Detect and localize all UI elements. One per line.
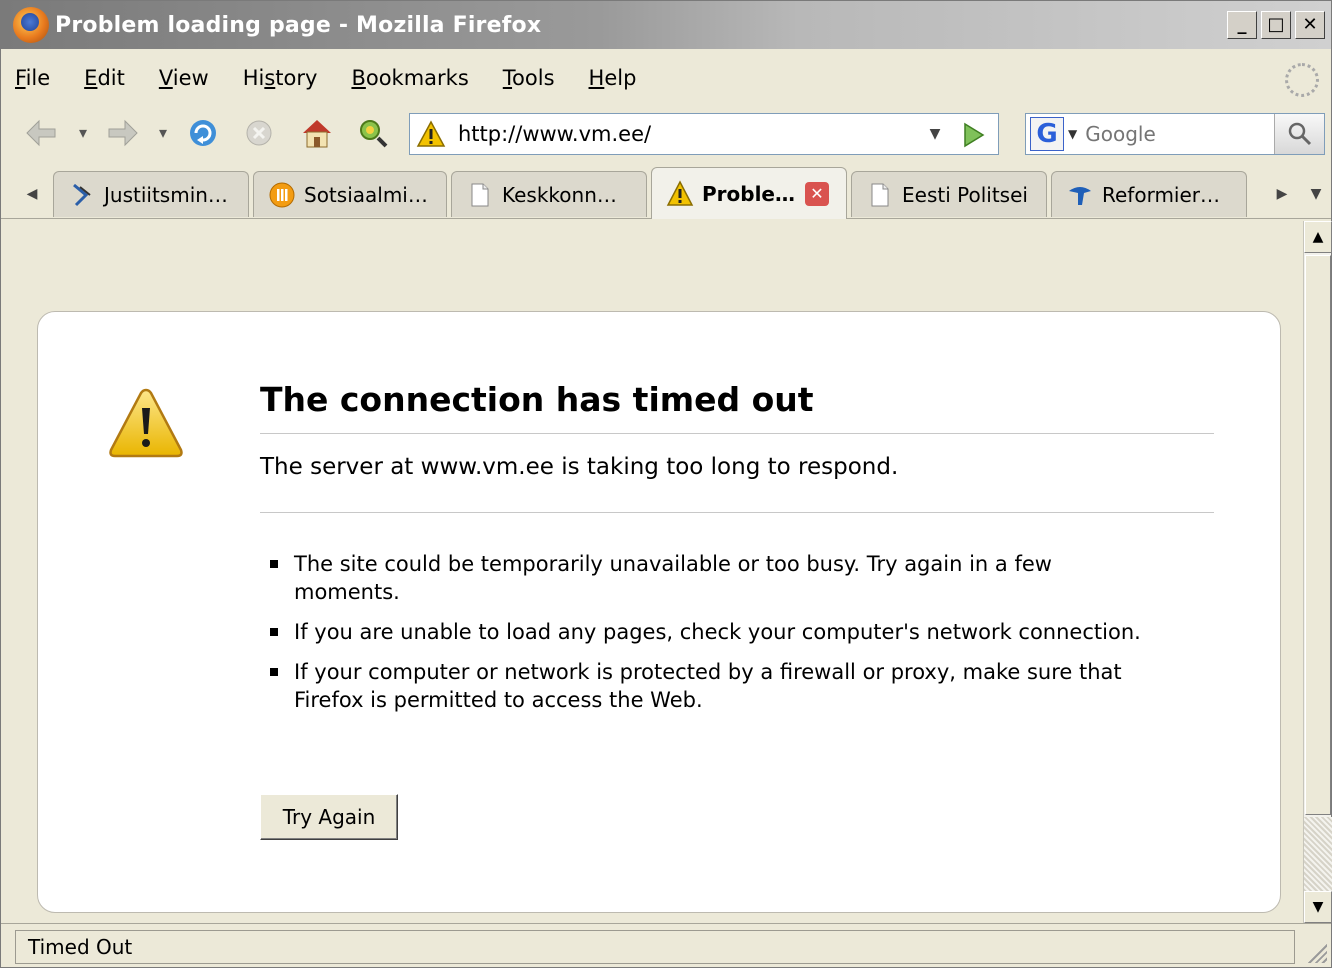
menu-tools[interactable]: Tools	[503, 66, 555, 90]
close-tab-icon[interactable]: ✕	[805, 181, 829, 206]
menu-edit[interactable]: Edit	[84, 66, 125, 90]
menu-bar: File Edit View History Bookmarks Tools H…	[1, 53, 1331, 103]
error-suggestions-list: The site could be temporarily unavailabl…	[264, 550, 1164, 726]
menu-bookmarks[interactable]: Bookmarks	[351, 66, 468, 90]
scroll-thumb[interactable]	[1305, 255, 1331, 815]
error-page-container: The connection has timed out The server …	[37, 311, 1281, 913]
forward-history-chevron-icon[interactable]: ▾	[159, 123, 167, 142]
vertical-scrollbar[interactable]: ▲ ▼	[1303, 221, 1332, 923]
stop-icon[interactable]	[241, 115, 277, 151]
tab-label: Eesti Politsei	[902, 182, 1028, 207]
tab-label: Proble…	[702, 181, 795, 206]
list-item: The site could be temporarily unavailabl…	[264, 550, 1164, 606]
minimize-button[interactable]: _	[1227, 11, 1257, 39]
menu-view[interactable]: View	[159, 66, 209, 90]
browser-window: Problem loading page - Mozilla Firefox _…	[0, 0, 1332, 968]
url-bar: ▼	[409, 113, 999, 155]
reform-icon	[1069, 186, 1091, 205]
back-icon[interactable]	[23, 115, 59, 151]
tab-keskkonnaministeerium[interactable]: Keskkonn…	[451, 171, 647, 217]
search-icon[interactable]	[1274, 114, 1324, 154]
menu-help[interactable]: Help	[589, 66, 637, 90]
window-title: Problem loading page - Mozilla Firefox	[55, 12, 542, 38]
home-icon[interactable]	[299, 115, 335, 151]
tab-bar: ◀ Justiitsmin… Sotsiaalmi… Keskkonn… Pro…	[1, 167, 1331, 219]
menu-history[interactable]: History	[243, 66, 318, 90]
search-input[interactable]	[1083, 121, 1254, 147]
go-icon[interactable]	[958, 120, 988, 150]
maximize-button[interactable]: □	[1261, 11, 1291, 39]
warning-icon	[109, 388, 183, 458]
scroll-track[interactable]	[1304, 817, 1332, 891]
page-icon	[871, 183, 889, 206]
social-icon	[269, 182, 295, 207]
warning-icon	[666, 179, 694, 206]
reload-icon[interactable]	[185, 115, 221, 151]
justice-icon	[73, 183, 91, 206]
throbber-icon	[1285, 63, 1319, 97]
tab-justiitsministeerium[interactable]: Justiitsmin…	[53, 171, 249, 217]
list-item: If your computer or network is protected…	[264, 658, 1164, 714]
error-description: The server at www.vm.ee is taking too lo…	[260, 454, 1214, 513]
scroll-down-icon[interactable]: ▼	[1304, 891, 1332, 923]
google-engine-icon[interactable]: G	[1030, 117, 1064, 151]
tab-reformierakond[interactable]: Reformier…	[1051, 171, 1247, 217]
site-warning-icon	[416, 120, 446, 147]
tab-scroll-left-icon[interactable]: ◀	[15, 171, 49, 217]
error-title: The connection has timed out	[260, 380, 1214, 434]
try-again-button[interactable]: Try Again	[260, 794, 398, 840]
scroll-up-icon[interactable]: ▲	[1304, 221, 1332, 253]
search-engine-chevron-icon[interactable]: ▼	[1068, 127, 1077, 141]
firefox-logo-icon	[13, 7, 49, 43]
title-bar: Problem loading page - Mozilla Firefox _…	[1, 1, 1331, 49]
window-controls: _ □ ✕	[1227, 11, 1325, 39]
list-item: If you are unable to load any pages, che…	[264, 618, 1164, 646]
status-text: Timed Out	[15, 930, 1295, 964]
tab-eesti-politsei[interactable]: Eesti Politsei	[851, 171, 1047, 217]
tab-scroll-right-icon[interactable]: ▶	[1265, 171, 1299, 217]
page-content: The connection has timed out The server …	[1, 221, 1303, 923]
tab-problem-loading[interactable]: Proble… ✕	[651, 167, 847, 219]
back-history-chevron-icon[interactable]: ▾	[79, 123, 87, 142]
close-window-button[interactable]: ✕	[1295, 11, 1325, 39]
search-bar: G ▼	[1025, 113, 1325, 155]
url-input[interactable]	[456, 121, 906, 147]
tab-label: Sotsiaalmi…	[304, 182, 428, 207]
tab-list-chevron-icon[interactable]: ▼	[1299, 171, 1332, 217]
menu-file[interactable]: File	[15, 66, 50, 90]
resize-grip-icon[interactable]	[1303, 939, 1327, 963]
navigation-toolbar: ▾ ▾ ▼ G ▼	[1, 105, 1331, 163]
addon-icon[interactable]	[355, 115, 391, 151]
tab-label: Justiitsmin…	[104, 182, 228, 207]
url-dropdown-icon[interactable]: ▼	[924, 122, 946, 146]
tab-label: Keskkonn…	[502, 182, 617, 207]
tab-label: Reformier…	[1102, 182, 1221, 207]
forward-icon[interactable]	[105, 115, 141, 151]
tab-sotsiaalministeerium[interactable]: Sotsiaalmi…	[253, 171, 447, 217]
status-bar: Timed Out	[1, 923, 1331, 967]
page-icon	[471, 183, 489, 206]
